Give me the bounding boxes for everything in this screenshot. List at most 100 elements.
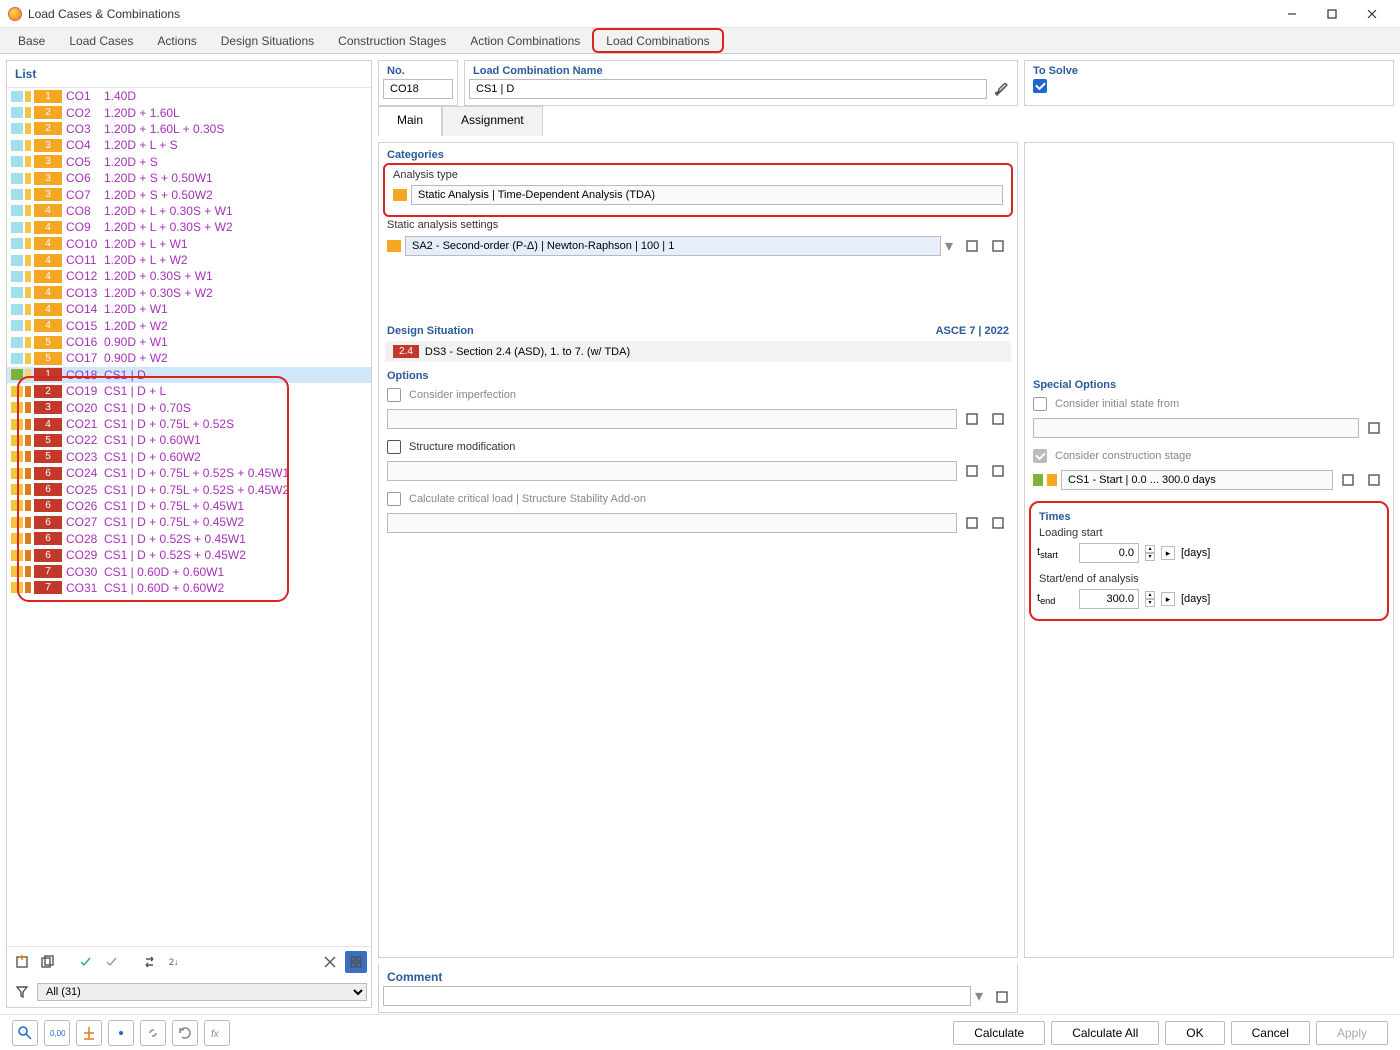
link-tool-icon[interactable] — [140, 1020, 166, 1046]
sas-new-icon[interactable] — [961, 235, 983, 257]
list-row[interactable]: 4CO121.20D + 0.30S + W1 — [7, 268, 371, 284]
window-minimize-button[interactable] — [1272, 0, 1312, 27]
critload-lib-icon[interactable] — [987, 512, 1009, 534]
list-row[interactable]: 6CO27CS1 | D + 0.75L + 0.45W2 — [7, 514, 371, 530]
subtab-assignment[interactable]: Assignment — [442, 106, 543, 136]
tend-arrow-icon[interactable]: ▸ — [1161, 592, 1175, 606]
list-row[interactable]: 1CO18CS1 | D — [7, 367, 371, 383]
comment-lib-icon[interactable] — [991, 986, 1013, 1008]
window-maximize-button[interactable] — [1312, 0, 1352, 27]
list-row[interactable]: 6CO24CS1 | D + 0.75L + 0.52S + 0.45W1 — [7, 465, 371, 481]
sas-lib-icon[interactable] — [987, 235, 1009, 257]
no-input[interactable] — [383, 79, 453, 99]
calculate-button[interactable]: Calculate — [953, 1021, 1045, 1045]
list-row[interactable]: 3CO20CS1 | D + 0.70S — [7, 399, 371, 415]
structmod-lib-icon[interactable] — [987, 460, 1009, 482]
tab-base[interactable]: Base — [6, 28, 57, 53]
list-row[interactable]: 6CO29CS1 | D + 0.52S + 0.45W2 — [7, 547, 371, 563]
list-row[interactable]: 3CO51.20D + S — [7, 154, 371, 170]
tab-load-combinations[interactable]: Load Combinations — [592, 28, 723, 53]
option-critload[interactable]: Calculate critical load | Structure Stab… — [379, 488, 1017, 510]
list-row[interactable]: 4CO81.20D + L + 0.30S + W1 — [7, 203, 371, 219]
list-row[interactable]: 2CO21.20D + 1.60L — [7, 104, 371, 120]
list-row[interactable]: 5CO22CS1 | D + 0.60W1 — [7, 432, 371, 448]
list-row[interactable]: 1CO11.40D — [7, 88, 371, 104]
cancel-button[interactable]: Cancel — [1231, 1021, 1310, 1045]
list-row[interactable]: 4CO21CS1 | D + 0.75L + 0.52S — [7, 416, 371, 432]
list-row[interactable]: 5CO23CS1 | D + 0.60W2 — [7, 449, 371, 465]
grid-icon[interactable] — [345, 951, 367, 973]
row-swatch-1 — [11, 320, 23, 331]
select-all-icon[interactable] — [75, 951, 97, 973]
sas-value[interactable]: SA2 - Second-order (P-Δ) | Newton-Raphso… — [405, 236, 941, 256]
tab-actions[interactable]: Actions — [145, 28, 208, 53]
tstart-down[interactable]: ▾ — [1145, 553, 1155, 561]
sort-21-icon[interactable]: 2↓ — [165, 951, 187, 973]
list-row[interactable]: 6CO25CS1 | D + 0.75L + 0.52S + 0.45W2 — [7, 481, 371, 497]
tend-input[interactable] — [1079, 589, 1139, 609]
tstart-arrow-icon[interactable]: ▸ — [1161, 546, 1175, 560]
list-row[interactable]: 7CO31CS1 | 0.60D + 0.60W2 — [7, 580, 371, 596]
tab-action-combinations[interactable]: Action Combinations — [458, 28, 592, 53]
list-row[interactable]: 2CO31.20D + 1.60L + 0.30S — [7, 121, 371, 137]
window-close-button[interactable] — [1352, 0, 1392, 27]
list-row[interactable]: 4CO111.20D + L + W2 — [7, 252, 371, 268]
option-structmod[interactable]: Structure modification — [379, 436, 1017, 458]
option-imperfection[interactable]: Consider imperfection — [379, 384, 1017, 406]
list-row[interactable]: 3CO61.20D + S + 0.50W1 — [7, 170, 371, 186]
refresh-tool-icon[interactable] — [172, 1020, 198, 1046]
list-row[interactable]: 4CO91.20D + L + 0.30S + W2 — [7, 219, 371, 235]
imperfection-new-icon[interactable] — [961, 408, 983, 430]
deselect-all-icon[interactable] — [101, 951, 123, 973]
list-row[interactable]: 4CO141.20D + W1 — [7, 301, 371, 317]
analysis-type-value[interactable]: Static Analysis | Time-Dependent Analysi… — [411, 185, 1003, 205]
critload-new-icon[interactable] — [961, 512, 983, 534]
units-tool-icon[interactable]: 0,00 — [44, 1020, 70, 1046]
tend-down[interactable]: ▾ — [1145, 599, 1155, 607]
model-tool-icon[interactable] — [76, 1020, 102, 1046]
delete-icon[interactable] — [319, 951, 341, 973]
swap-icon[interactable] — [139, 951, 161, 973]
search-tool-icon[interactable] — [12, 1020, 38, 1046]
tstart-input[interactable] — [1079, 543, 1139, 563]
tab-load-cases[interactable]: Load Cases — [57, 28, 145, 53]
list-row[interactable]: 5CO160.90D + W1 — [7, 334, 371, 350]
name-input[interactable] — [469, 79, 987, 99]
list-row[interactable]: 7CO30CS1 | 0.60D + 0.60W1 — [7, 563, 371, 579]
list-row[interactable]: 2CO19CS1 | D + L — [7, 383, 371, 399]
calculate-all-button[interactable]: Calculate All — [1051, 1021, 1159, 1045]
constage-new-icon[interactable] — [1337, 469, 1359, 491]
list-row[interactable]: 3CO41.20D + L + S — [7, 137, 371, 153]
tab-construction-stages[interactable]: Construction Stages — [326, 28, 458, 53]
list-body[interactable]: 1CO11.40D2CO21.20D + 1.60L2CO31.20D + 1.… — [7, 88, 371, 946]
design-situation-line[interactable]: 2.4 DS3 - Section 2.4 (ASD), 1. to 7. (w… — [385, 341, 1011, 362]
solve-checkbox[interactable] — [1033, 79, 1047, 93]
option-initstate[interactable]: Consider initial state from — [1025, 393, 1393, 415]
constage-value[interactable]: CS1 - Start | 0.0 ... 300.0 days — [1061, 470, 1333, 490]
list-row[interactable]: 6CO26CS1 | D + 0.75L + 0.45W1 — [7, 498, 371, 514]
edit-name-icon[interactable] — [991, 79, 1013, 101]
list-row[interactable]: 4CO151.20D + W2 — [7, 317, 371, 333]
initstate-lib-icon[interactable] — [1363, 417, 1385, 439]
constage-lib-icon[interactable] — [1363, 469, 1385, 491]
imperfection-lib-icon[interactable] — [987, 408, 1009, 430]
list-row[interactable]: 3CO71.20D + S + 0.50W2 — [7, 186, 371, 202]
fx-tool-icon[interactable]: fx — [204, 1020, 230, 1046]
list-row[interactable]: 4CO101.20D + L + W1 — [7, 236, 371, 252]
point-tool-icon[interactable] — [108, 1020, 134, 1046]
tab-design-situations[interactable]: Design Situations — [209, 28, 326, 53]
list-row[interactable]: 5CO170.90D + W2 — [7, 350, 371, 366]
list-row[interactable]: 6CO28CS1 | D + 0.52S + 0.45W1 — [7, 531, 371, 547]
filter-select[interactable]: All (31) — [37, 983, 367, 1001]
new-icon[interactable] — [11, 951, 33, 973]
structmod-new-icon[interactable] — [961, 460, 983, 482]
ok-button[interactable]: OK — [1165, 1021, 1224, 1045]
filter-icon[interactable] — [11, 981, 33, 1003]
subtab-main[interactable]: Main — [378, 106, 442, 136]
list-row[interactable]: 4CO131.20D + 0.30S + W2 — [7, 285, 371, 301]
apply-button[interactable]: Apply — [1316, 1021, 1388, 1045]
tstart-up[interactable]: ▴ — [1145, 545, 1155, 553]
tend-up[interactable]: ▴ — [1145, 591, 1155, 599]
copy-icon[interactable] — [37, 951, 59, 973]
comment-input[interactable] — [383, 986, 971, 1006]
